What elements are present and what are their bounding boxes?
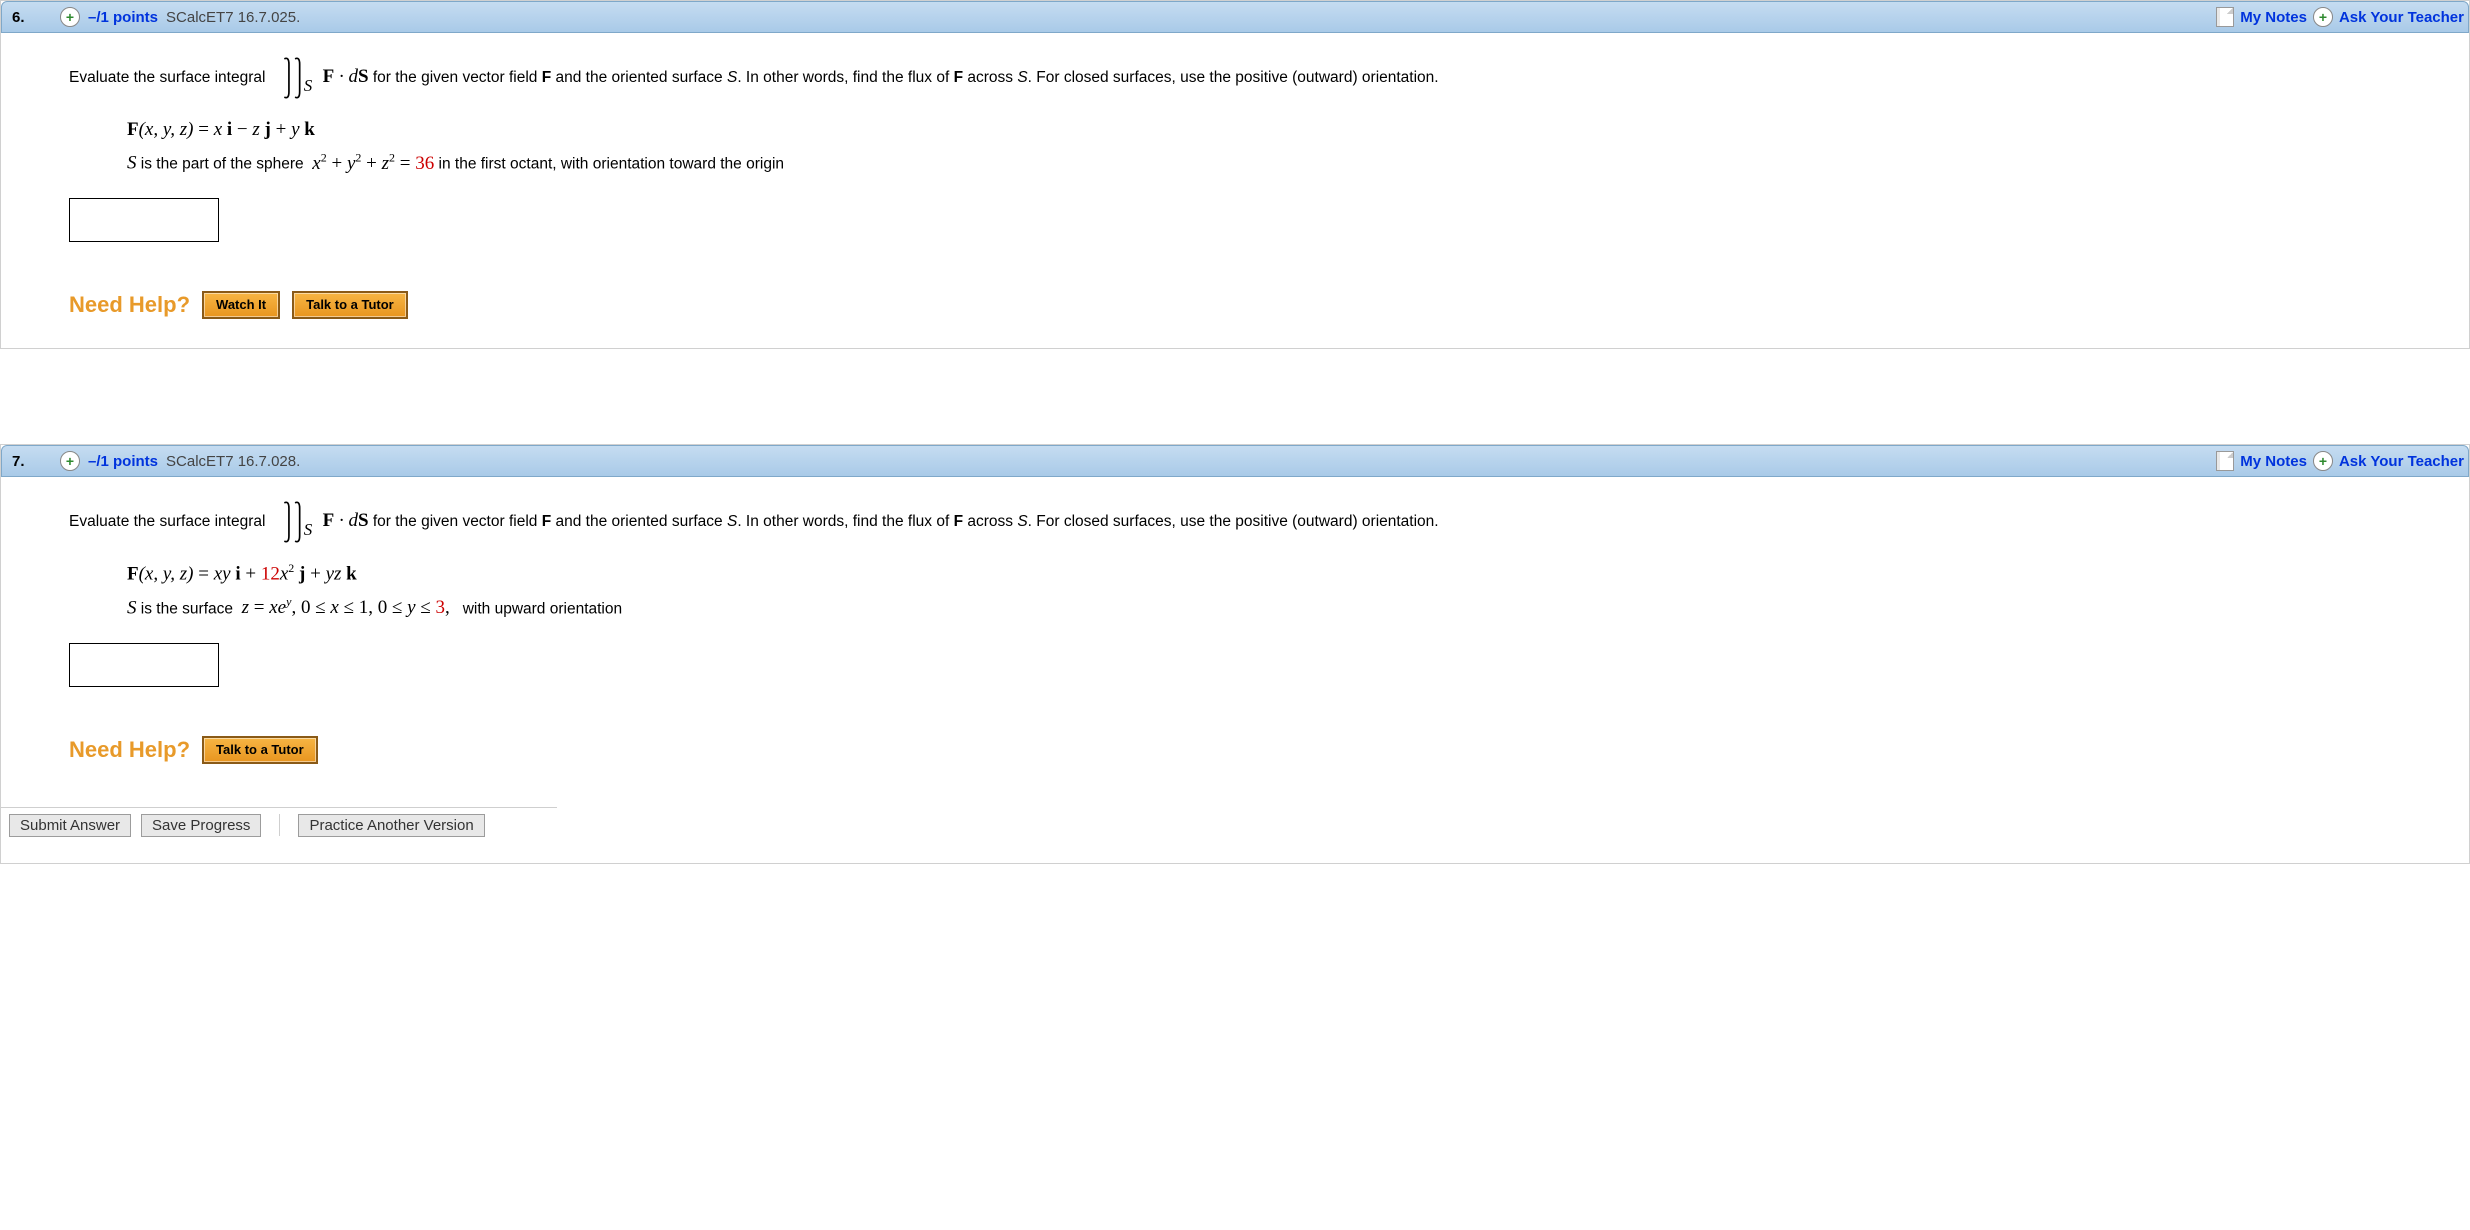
double-integral: S <box>276 55 313 101</box>
talk-tutor-button[interactable]: Talk to a Tutor <box>202 736 318 764</box>
surface-desc: S is the surface z = xey, 0 ≤ x ≤ 1, 0 ≤… <box>127 593 2437 623</box>
answer-input[interactable] <box>69 643 219 687</box>
problem-details: F(x, y, z) = xy i + 12x2 j + yz k S is t… <box>127 559 2437 623</box>
help-row: Need Help? Watch It Talk to a Tutor <box>69 288 2437 322</box>
question-number: 6. <box>12 9 52 26</box>
prompt-after: for the given vector field F and the ori… <box>373 69 1439 86</box>
note-icon[interactable] <box>2216 7 2234 27</box>
source-label: SCalcET7 16.7.028. <box>166 453 300 470</box>
integral-subscript: S <box>304 73 313 99</box>
surf-eq: z = xey, 0 ≤ x ≤ 1, 0 ≤ y ≤ 3, <box>242 597 450 618</box>
vector-field: F(x, y, z) = xy i + 12x2 j + yz k <box>127 559 2437 589</box>
problem-details: F(x, y, z) = x i − z j + y k S is the pa… <box>127 115 2437 178</box>
question-body: Evaluate the surface integral S F · dS f… <box>1 477 2469 863</box>
talk-tutor-button[interactable]: Talk to a Tutor <box>292 291 408 319</box>
prompt-text: Evaluate the surface integral S F · dS f… <box>69 55 2437 101</box>
integral-subscript: S <box>304 517 313 543</box>
expand-icon[interactable]: + <box>2313 7 2333 27</box>
expand-icon[interactable]: + <box>60 451 80 471</box>
answer-input[interactable] <box>69 198 219 242</box>
help-row: Need Help? Talk to a Tutor <box>69 733 2437 767</box>
source-label: SCalcET7 16.7.025. <box>166 9 300 26</box>
surf-rest: with upward orientation <box>454 600 622 617</box>
expand-icon[interactable]: + <box>2313 451 2333 471</box>
expand-icon[interactable]: + <box>60 7 80 27</box>
prompt-before: Evaluate the surface integral <box>69 69 265 86</box>
question-body: Evaluate the surface integral S F · dS f… <box>1 33 2469 348</box>
points-label[interactable]: –/1 points <box>88 453 158 470</box>
integrand: F · dS <box>323 510 369 531</box>
prompt-before: Evaluate the surface integral <box>69 513 265 530</box>
watch-it-button[interactable]: Watch It <box>202 291 280 319</box>
prompt-after: for the given vector field F and the ori… <box>373 513 1439 530</box>
header-right: My Notes + Ask Your Teacher <box>2216 7 2464 27</box>
surf-pre: is the surface <box>137 600 242 617</box>
surface-desc: S is the part of the sphere x2 + y2 + z2… <box>127 148 2437 178</box>
my-notes-link[interactable]: My Notes <box>2240 9 2307 26</box>
surf-pre: is the part of the sphere <box>137 156 313 173</box>
integrand: F · dS <box>323 66 369 87</box>
need-help-label: Need Help? <box>69 288 190 322</box>
surf-rest: in the first octant, with orientation to… <box>439 156 785 173</box>
divider <box>279 814 280 836</box>
question-6: 6. + –/1 points SCalcET7 16.7.025. My No… <box>0 0 2470 349</box>
question-number: 7. <box>12 453 52 470</box>
my-notes-link[interactable]: My Notes <box>2240 453 2307 470</box>
need-help-label: Need Help? <box>69 733 190 767</box>
ask-teacher-link[interactable]: Ask Your Teacher <box>2339 9 2464 26</box>
points-label[interactable]: –/1 points <box>88 9 158 26</box>
surf-eq: x2 + y2 + z2 = 36 <box>312 153 434 174</box>
header-right: My Notes + Ask Your Teacher <box>2216 451 2464 471</box>
note-icon[interactable] <box>2216 451 2234 471</box>
footer-bar: Submit Answer Save Progress Practice Ano… <box>1 807 557 837</box>
header-left: 6. + –/1 points SCalcET7 16.7.025. <box>12 7 300 27</box>
ask-teacher-link[interactable]: Ask Your Teacher <box>2339 453 2464 470</box>
header-left: 7. + –/1 points SCalcET7 16.7.028. <box>12 451 300 471</box>
prompt-text: Evaluate the surface integral S F · dS f… <box>69 499 2437 545</box>
save-progress-button[interactable]: Save Progress <box>141 814 261 837</box>
double-integral: S <box>276 499 313 545</box>
question-7: 7. + –/1 points SCalcET7 16.7.028. My No… <box>0 444 2470 864</box>
question-header: 6. + –/1 points SCalcET7 16.7.025. My No… <box>1 1 2469 33</box>
submit-answer-button[interactable]: Submit Answer <box>9 814 131 837</box>
vector-field: F(x, y, z) = x i − z j + y k <box>127 115 2437 144</box>
practice-another-button[interactable]: Practice Another Version <box>298 814 484 837</box>
question-header: 7. + –/1 points SCalcET7 16.7.028. My No… <box>1 445 2469 477</box>
